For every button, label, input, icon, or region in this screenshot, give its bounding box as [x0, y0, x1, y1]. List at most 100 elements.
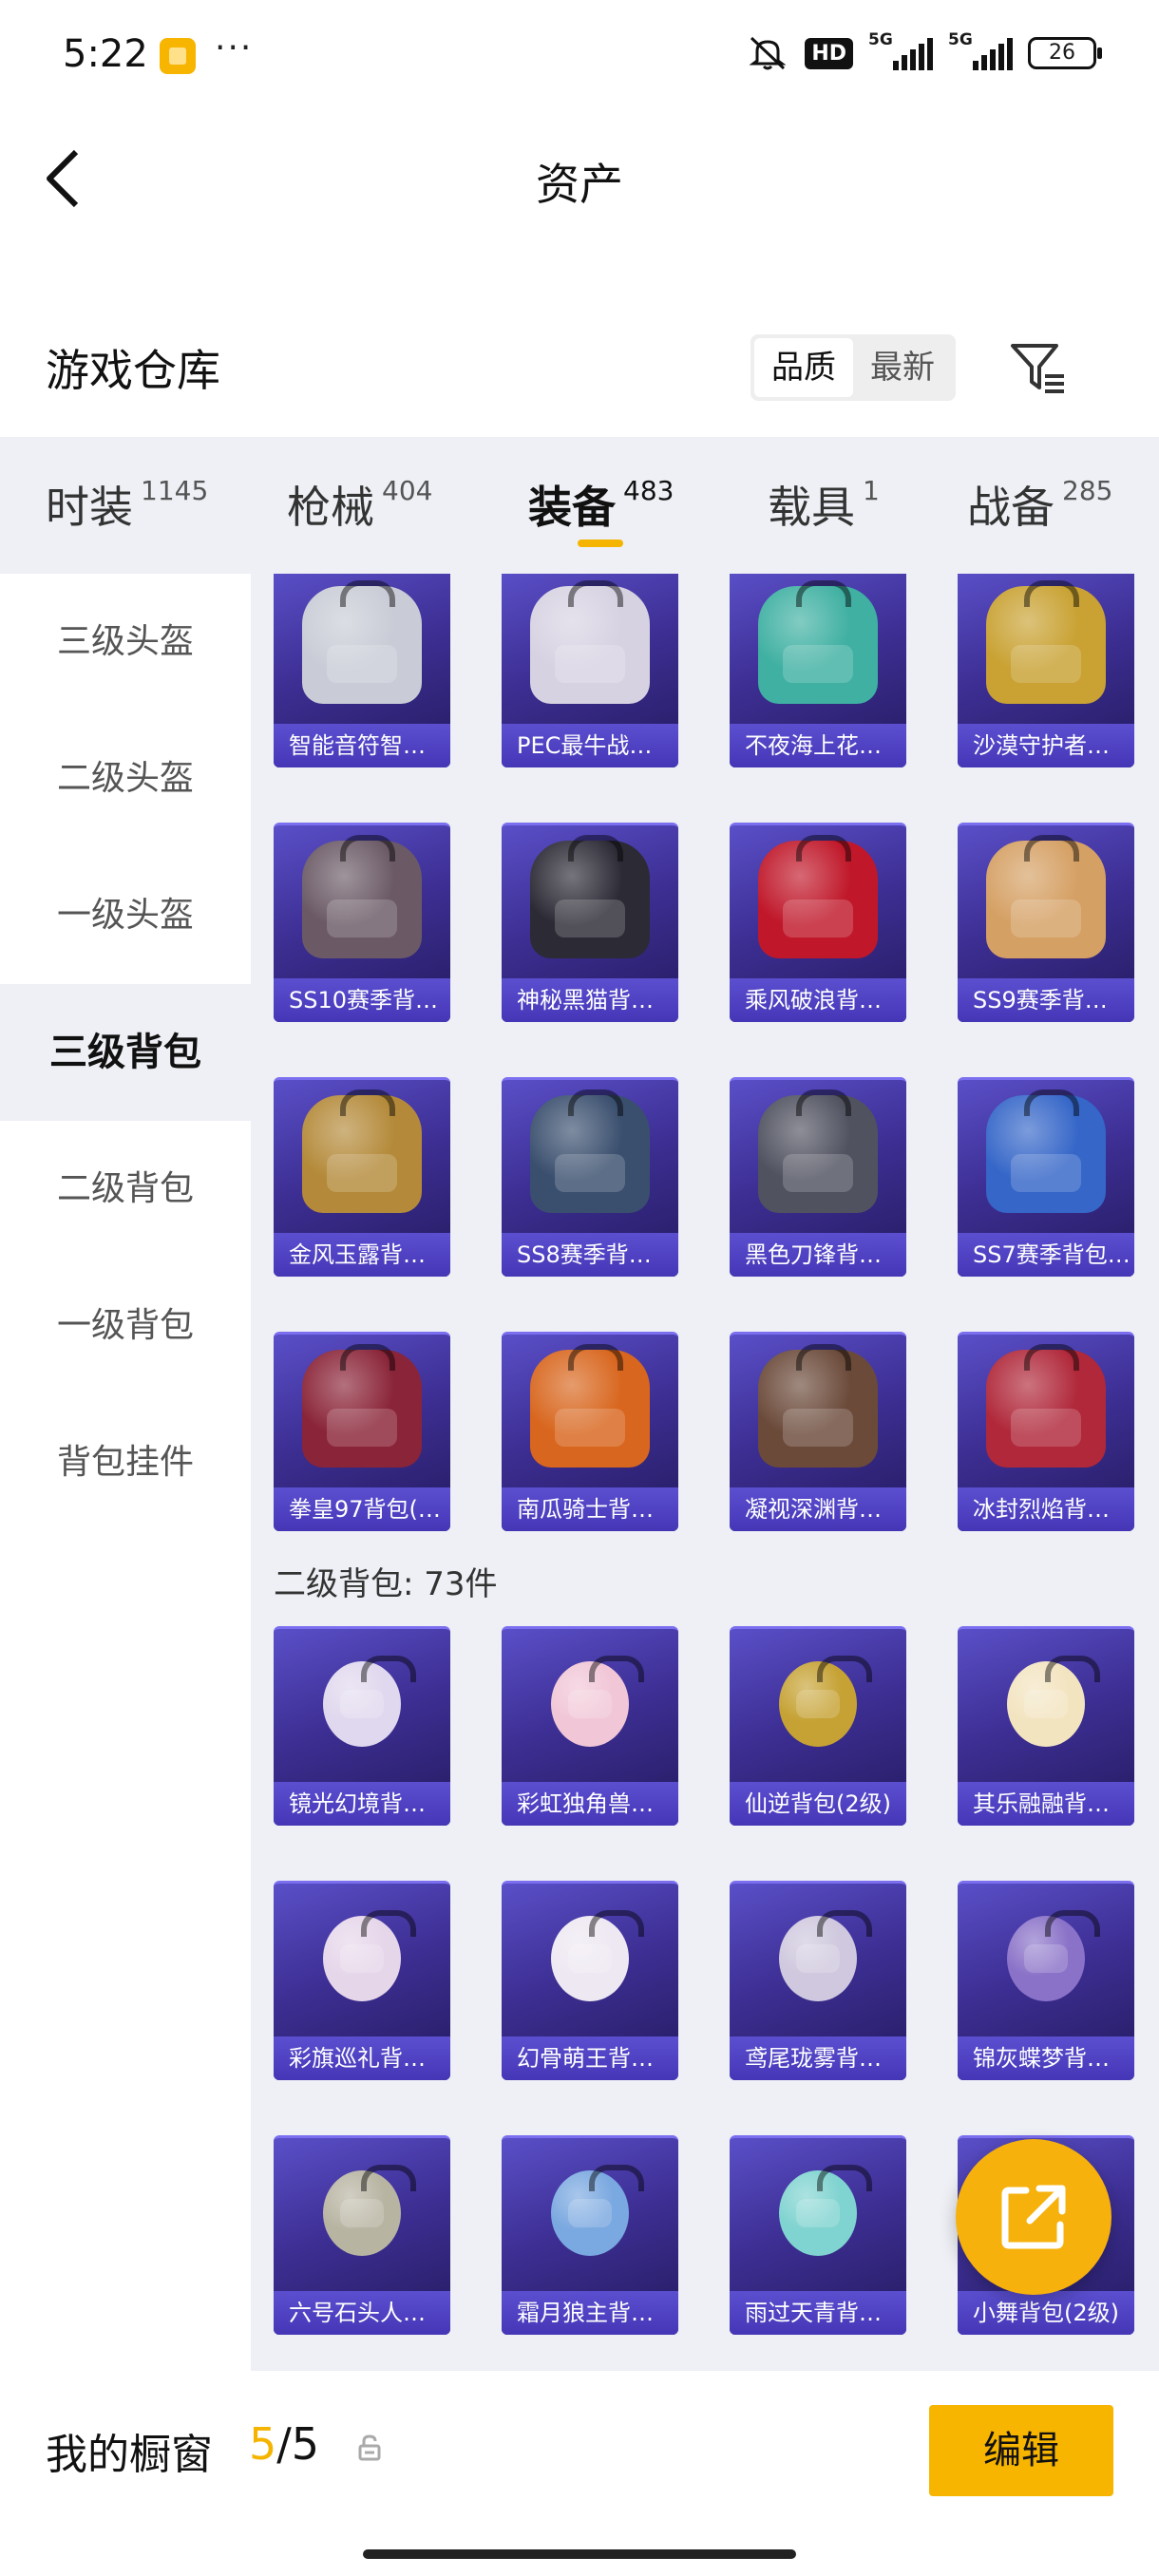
item-card[interactable]: SS8赛季背… [502, 1077, 678, 1277]
tab-count: 1 [863, 475, 880, 506]
backpack-image [779, 1656, 872, 1747]
item-card[interactable]: 南瓜骑士背… [502, 1332, 678, 1531]
backpack-image [758, 1344, 878, 1468]
item-name: 神秘黑猫背… [502, 978, 678, 1022]
backpack-image [986, 835, 1106, 958]
backpack-image [758, 580, 878, 704]
signal-icon-2: 5G [948, 30, 1013, 70]
item-card[interactable]: 彩虹独角兽… [502, 1626, 678, 1826]
item-card[interactable]: 霜月狼主背… [502, 2135, 678, 2335]
backpack-image [323, 1656, 416, 1747]
edit-button[interactable]: 编辑 [929, 2405, 1113, 2496]
tab-equipment[interactable]: 装备 483 [528, 473, 674, 536]
warehouse-title: 游戏仓库 [46, 345, 220, 396]
backpack-image [758, 835, 878, 958]
item-name: 霜月狼主背… [502, 2291, 678, 2335]
group-header-backpack-2: 二级背包: 73件 [274, 1565, 498, 1603]
item-card[interactable]: 雨过天青背… [730, 2135, 906, 2335]
item-name: PEC最牛战… [502, 724, 678, 767]
sidebar-item-backpack-charm[interactable]: 背包挂件 [0, 1394, 251, 1531]
backpack-image [302, 835, 422, 958]
item-name: 金风玉露背… [274, 1233, 450, 1277]
share-external-icon [1001, 2185, 1066, 2249]
share-button[interactable] [956, 2139, 1112, 2295]
item-name: 锦灰蝶梦背… [958, 2036, 1134, 2080]
item-card[interactable]: 黑色刀锋背… [730, 1077, 906, 1277]
item-card[interactable]: PEC最牛战… [502, 574, 678, 767]
sidebar-item-helmet-3[interactable]: 三级头盔 [0, 574, 251, 710]
category-tabs: 时装 1145 枪械 404 装备 483 载具 1 战备 285 [0, 437, 1159, 574]
network-type-label-2: 5G [948, 30, 973, 49]
notification-app-icon [160, 38, 196, 74]
showcase-count: 5/5 [249, 2418, 319, 2470]
item-card[interactable]: 金风玉露背… [274, 1077, 450, 1277]
item-name: 不夜海上花… [730, 724, 906, 767]
item-name: 沙漠守护者… [958, 724, 1134, 767]
network-type-label: 5G [868, 30, 893, 49]
backpack-image [1007, 1910, 1100, 2001]
showcase-bar: 我的橱窗 5/5 编辑 [0, 2371, 1159, 2576]
item-card[interactable]: 沙漠守护者… [958, 574, 1134, 767]
item-card[interactable]: 拳皇97背包(… [274, 1332, 450, 1531]
backpack-image [302, 1089, 422, 1213]
item-card[interactable]: 镜光幻境背… [274, 1626, 450, 1826]
sidebar-item-helmet-1[interactable]: 一级头盔 [0, 847, 251, 984]
item-card[interactable]: 乘风破浪背… [730, 823, 906, 1022]
showcase-current: 5 [249, 2418, 277, 2470]
sort-latest-option[interactable]: 最新 [853, 338, 952, 397]
item-name: 南瓜骑士背… [502, 1487, 678, 1531]
battery-icon: 26 [1028, 37, 1102, 69]
warehouse-header: 游戏仓库 品质 最新 [0, 313, 1159, 427]
backpack-image [986, 580, 1106, 704]
item-card[interactable]: SS7赛季背包… [958, 1077, 1134, 1277]
backpack-image [530, 580, 650, 704]
backpack-image [779, 2165, 872, 2256]
tab-label: 装备 [528, 482, 616, 533]
filter-button[interactable] [1007, 338, 1068, 399]
home-indicator[interactable] [363, 2549, 796, 2559]
backpack-image [323, 1910, 416, 2001]
mute-bell-icon [746, 34, 789, 72]
item-card[interactable]: 鸢尾珑雾背… [730, 1881, 906, 2080]
sidebar-item-backpack-2[interactable]: 二级背包 [0, 1121, 251, 1258]
item-card[interactable]: 仙逆背包(2级) [730, 1626, 906, 1826]
item-card[interactable]: 幻骨萌王背… [502, 1881, 678, 2080]
sort-quality-option[interactable]: 品质 [754, 338, 853, 397]
tab-count: 404 [382, 475, 433, 506]
backpack-image [551, 1910, 644, 2001]
tab-battle-gear[interactable]: 战备 285 [967, 473, 1112, 536]
item-name: 鸢尾珑雾背… [730, 2036, 906, 2080]
sidebar-item-helmet-2[interactable]: 二级头盔 [0, 710, 251, 847]
backpack-image [779, 1910, 872, 2001]
tab-vehicles[interactable]: 载具 1 [768, 473, 880, 536]
item-card[interactable]: 锦灰蝶梦背… [958, 1881, 1134, 2080]
backpack-image [986, 1089, 1106, 1213]
item-card[interactable]: 智能音符智… [274, 574, 450, 767]
item-name: 乘风破浪背… [730, 978, 906, 1022]
showcase-total: /5 [276, 2418, 320, 2470]
tab-guns[interactable]: 枪械 404 [287, 473, 432, 536]
item-card[interactable]: SS9赛季背… [958, 823, 1134, 1022]
item-name: 彩旗巡礼背… [274, 2036, 450, 2080]
tab-label: 载具 [768, 482, 855, 533]
sidebar-item-backpack-1[interactable]: 一级背包 [0, 1258, 251, 1394]
item-card[interactable]: 冰封烈焰背… [958, 1332, 1134, 1531]
item-name: 彩虹独角兽… [502, 1782, 678, 1826]
item-name: 黑色刀锋背… [730, 1233, 906, 1277]
tab-fashion[interactable]: 时装 1145 [46, 473, 208, 536]
item-card[interactable]: 凝视深渊背… [730, 1332, 906, 1531]
item-name: 拳皇97背包(… [274, 1487, 450, 1531]
active-tab-indicator [578, 540, 623, 547]
backpack-image [758, 1089, 878, 1213]
item-card[interactable]: 彩旗巡礼背… [274, 1881, 450, 2080]
item-card[interactable]: 不夜海上花… [730, 574, 906, 767]
item-card[interactable]: 六号石头人… [274, 2135, 450, 2335]
sidebar-item-backpack-3[interactable]: 三级背包 [0, 984, 251, 1121]
item-card[interactable]: 其乐融融背… [958, 1626, 1134, 1826]
backpack-image [1007, 1656, 1100, 1747]
item-card[interactable]: SS10赛季背… [274, 823, 450, 1022]
hd-voice-icon: HD [805, 37, 853, 69]
filter-icon [1011, 344, 1064, 393]
item-card[interactable]: 神秘黑猫背… [502, 823, 678, 1022]
item-name: 智能音符智… [274, 724, 450, 767]
